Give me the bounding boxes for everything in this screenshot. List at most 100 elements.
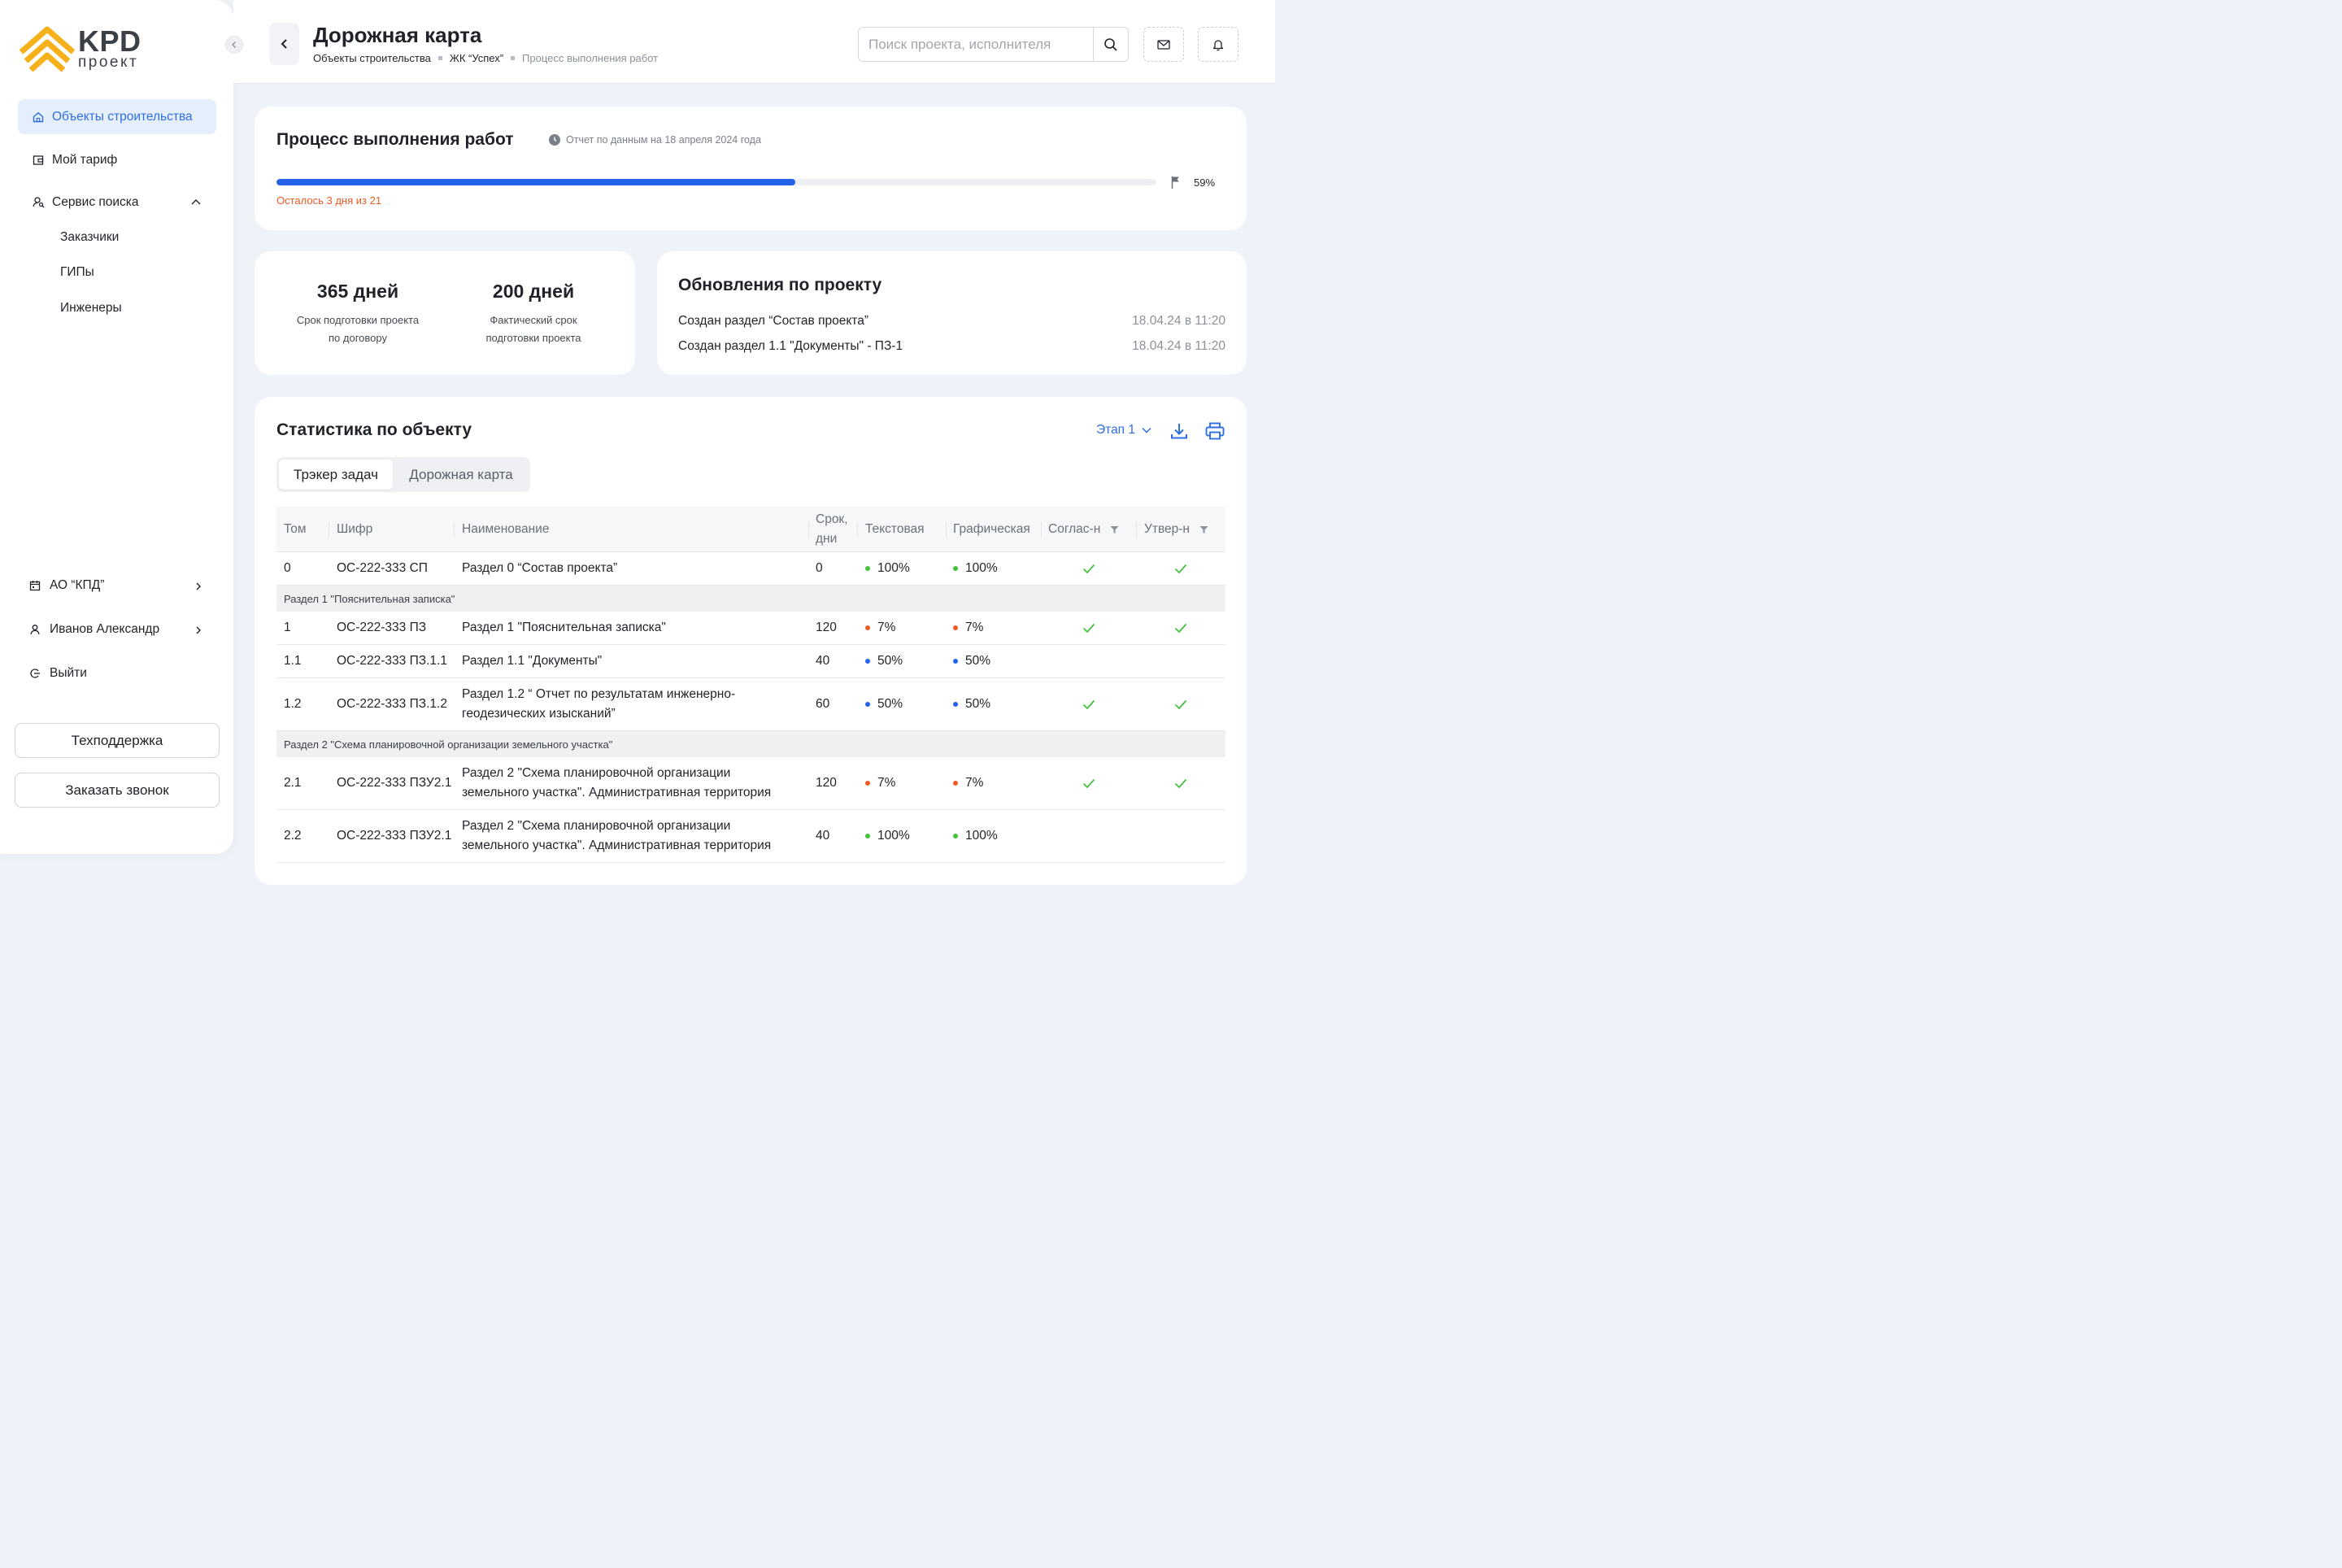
chevron-left-icon	[281, 39, 287, 49]
cell-graphic-progress: 7%	[953, 612, 983, 644]
cell-graphic-progress: 7%	[953, 757, 983, 809]
status-dot	[865, 834, 870, 838]
breadcrumb-separator	[511, 56, 516, 60]
column-header-term-line: дни	[816, 532, 838, 546]
stage-select[interactable]: Этап 1	[1096, 423, 1152, 438]
column-header-text[interactable]: Текстовая	[865, 507, 925, 552]
update-text: Создан раздел 1.1 "Документы" - ПЗ-1	[678, 339, 903, 353]
cell-term: 40	[816, 829, 830, 843]
print-button[interactable]	[1204, 420, 1225, 442]
tab-task-tracker[interactable]: Трэкер задач	[279, 460, 393, 490]
cell-cipher: ОС-222-333 ПЗ.1.2	[337, 697, 447, 711]
download-icon	[1171, 424, 1187, 439]
progress-bar	[276, 179, 1156, 185]
filter-icon[interactable]	[1110, 525, 1119, 534]
table-row[interactable]: 1.2 ОС-222-333 ПЗ.1.2 Раздел 1.2 “ Отчет п…	[276, 678, 1225, 731]
update-item[interactable]: Создан раздел 1.1 "Документы" - ПЗ-1 18.…	[678, 339, 1225, 354]
update-item[interactable]: Создан раздел “Состав проекта” 18.04.24 …	[678, 314, 1225, 329]
table-row[interactable]: 2.1 ОС-222-333 ПЗУ2.1 Раздел 2 "Схема план…	[276, 757, 1225, 810]
nav-item-construction-objects[interactable]: Объекты строительства	[18, 99, 216, 134]
progress-remaining: Осталось 3 дня из 21	[276, 194, 382, 207]
column-header-agreed[interactable]: Соглас-н	[1048, 507, 1119, 552]
updates-title: Обновления по проекту	[678, 276, 882, 294]
check-icon	[1171, 678, 1191, 730]
nav-item-search-service[interactable]: Сервис поиска	[18, 185, 216, 220]
support-button[interactable]: Техподдержка	[15, 723, 220, 758]
status-dot	[953, 834, 958, 838]
bell-icon	[1212, 39, 1224, 50]
cell-graphic-progress: 100%	[953, 552, 998, 585]
status-dot	[953, 781, 958, 786]
sub-item-customers[interactable]: Заказчики	[60, 230, 119, 245]
cell-text-value: 100%	[877, 829, 910, 843]
breadcrumb-item[interactable]: Объекты строительства	[313, 52, 431, 64]
logo[interactable]: KPD проект	[20, 24, 141, 72]
notifications-button[interactable]	[1198, 27, 1238, 62]
nav-item-label: Сервис поиска	[52, 194, 139, 209]
column-divider	[1041, 521, 1042, 538]
cell-text-value: 100%	[877, 561, 910, 575]
cell-text-value: 7%	[877, 776, 896, 790]
nav-item-my-tariff[interactable]: Мой тариф	[18, 142, 216, 177]
chevron-up-icon[interactable]	[190, 196, 202, 211]
column-header-term-line: Срок,	[816, 512, 848, 526]
cell-text-progress: 50%	[865, 678, 903, 730]
cell-term: 40	[816, 654, 830, 668]
collapse-sidebar-button[interactable]	[225, 36, 243, 54]
progress-percent: 59%	[1194, 176, 1216, 189]
status-dot	[953, 659, 958, 664]
status-dot	[865, 625, 870, 630]
column-header-cipher[interactable]: Шифр	[337, 507, 372, 552]
search-input[interactable]	[859, 28, 1093, 61]
column-header-graphic[interactable]: Графическая	[953, 507, 1030, 552]
update-text: Создан раздел “Состав проекта”	[678, 314, 868, 328]
cell-text-progress: 100%	[865, 810, 910, 862]
cell-tom: 1	[284, 621, 291, 634]
view-tabs: Трэкер задач Дорожная карта	[276, 457, 530, 492]
user-icon	[28, 623, 41, 636]
tab-roadmap[interactable]: Дорожная карта	[395, 460, 527, 490]
column-header-approved[interactable]: Утвер-н	[1144, 507, 1208, 552]
column-header-name[interactable]: Наименование	[462, 507, 549, 552]
contract-term-label: Срок подготовки проекта по договору	[276, 311, 439, 347]
breadcrumb-separator	[437, 56, 442, 60]
check-icon	[1171, 612, 1191, 644]
column-divider	[1136, 521, 1137, 538]
cell-name: Раздел 1.2 “ Отчет по результатам инжене…	[462, 678, 735, 730]
user-item[interactable]: Иванов Александр	[18, 617, 216, 642]
chevron-left-icon	[232, 41, 236, 48]
logo-name: KPD	[78, 24, 141, 58]
download-button[interactable]	[1169, 420, 1190, 442]
table-row[interactable]: 2.2 ОС-222-333 ПЗУ2.1 Раздел 2 "Схема план…	[276, 810, 1225, 863]
cell-text-progress: 50%	[865, 645, 903, 677]
breadcrumb-item[interactable]: ЖК “Успех”	[450, 52, 503, 64]
column-header-agreed-label: Соглас-н	[1048, 522, 1101, 536]
cell-name-line: Раздел 1.2 “ Отчет по результатам инжене…	[462, 687, 736, 701]
cell-graphic-value: 100%	[965, 829, 998, 843]
table-row[interactable]: 1 ОС-222-333 ПЗ Раздел 1 "Пояснительная за…	[276, 612, 1225, 645]
table-row[interactable]: 1.1 ОС-222-333 ПЗ.1.1 Раздел 1.1 "Документ…	[276, 645, 1225, 678]
progress-bar-fill	[276, 179, 796, 185]
logo-roof-icon	[20, 26, 75, 72]
group-row: Раздел 1 "Пояснительная записка"	[276, 586, 1225, 612]
cell-graphic-value: 7%	[965, 776, 984, 790]
column-header-tom[interactable]: Том	[284, 507, 307, 552]
cell-cipher: ОС-222-333 СП	[337, 561, 428, 575]
column-divider	[454, 521, 455, 538]
mail-button[interactable]	[1143, 27, 1184, 62]
sub-item-gips[interactable]: ГИПы	[60, 265, 94, 280]
back-button[interactable]	[269, 23, 299, 65]
search-button[interactable]	[1093, 28, 1128, 61]
logout-item[interactable]: Выйти	[18, 661, 216, 686]
cell-tom: 1.1	[284, 654, 302, 668]
filter-icon[interactable]	[1199, 525, 1208, 534]
organization-item[interactable]: АО “КПД”	[18, 573, 216, 598]
cell-term: 120	[816, 776, 837, 790]
callback-button[interactable]: Заказать звонок	[15, 773, 220, 808]
cell-name-line: земельного участка". Административная те…	[462, 838, 772, 852]
search-icon	[1104, 37, 1117, 51]
table-row[interactable]: 0 ОС-222-333 СП Раздел 0 “Состав проекта” 0…	[276, 552, 1225, 586]
column-header-term[interactable]: Срок, дни	[816, 507, 848, 552]
actual-term-label-line: подготовки проекта	[485, 332, 581, 344]
sub-item-engineers[interactable]: Инженеры	[60, 301, 122, 316]
